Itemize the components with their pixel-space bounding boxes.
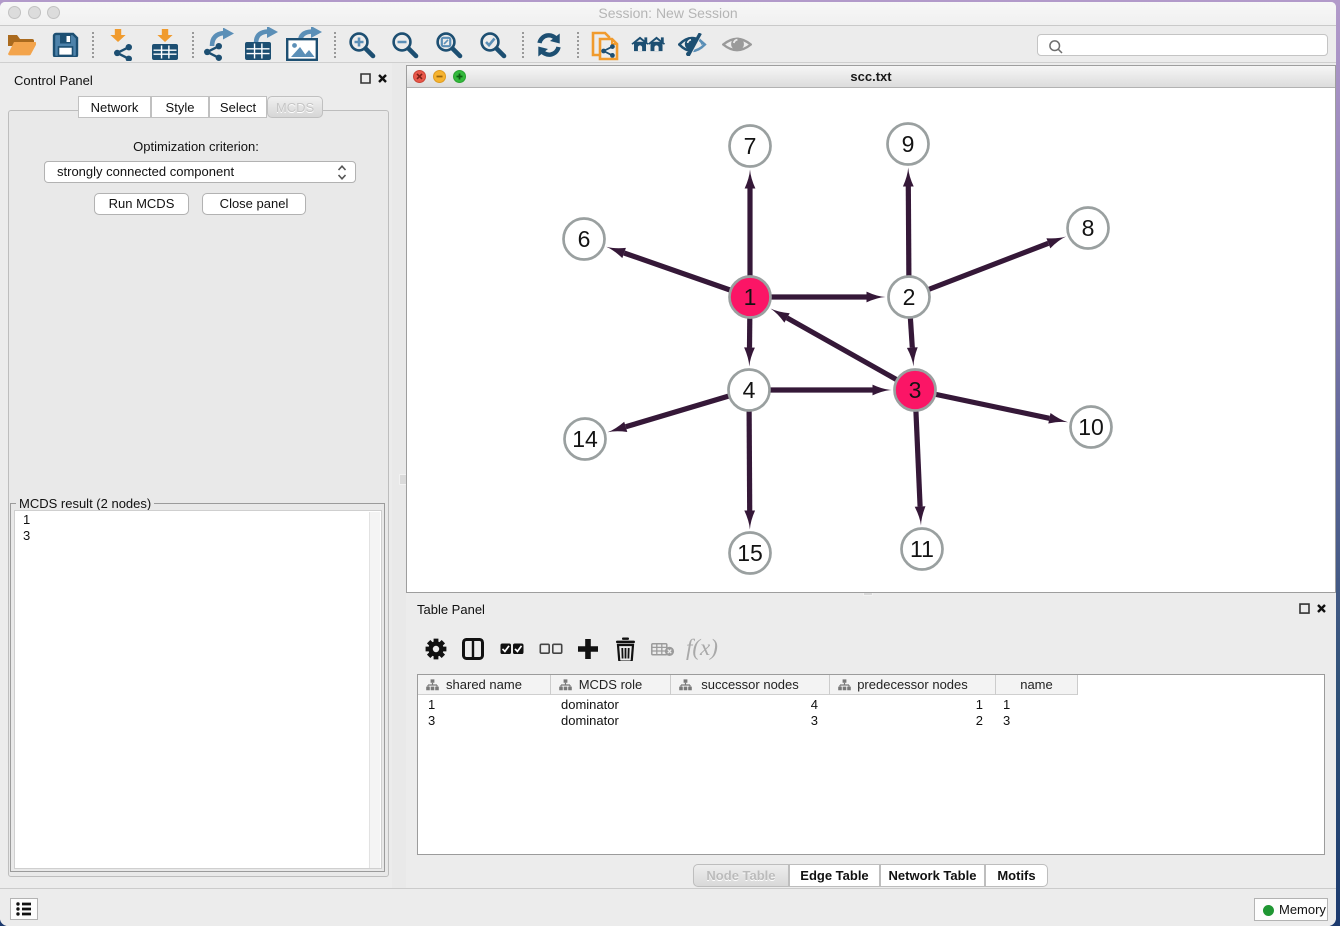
svg-text:14: 14 (572, 426, 598, 452)
svg-text:1: 1 (744, 284, 757, 310)
svg-text:7: 7 (744, 133, 757, 159)
svg-text:4: 4 (743, 377, 756, 403)
svg-text:2: 2 (903, 284, 916, 310)
svg-text:3: 3 (909, 377, 922, 403)
svg-text:15: 15 (737, 540, 763, 566)
svg-text:11: 11 (910, 536, 934, 562)
svg-text:8: 8 (1082, 215, 1095, 241)
svg-text:6: 6 (578, 226, 591, 252)
svg-text:9: 9 (902, 131, 915, 157)
svg-text:10: 10 (1078, 414, 1104, 440)
